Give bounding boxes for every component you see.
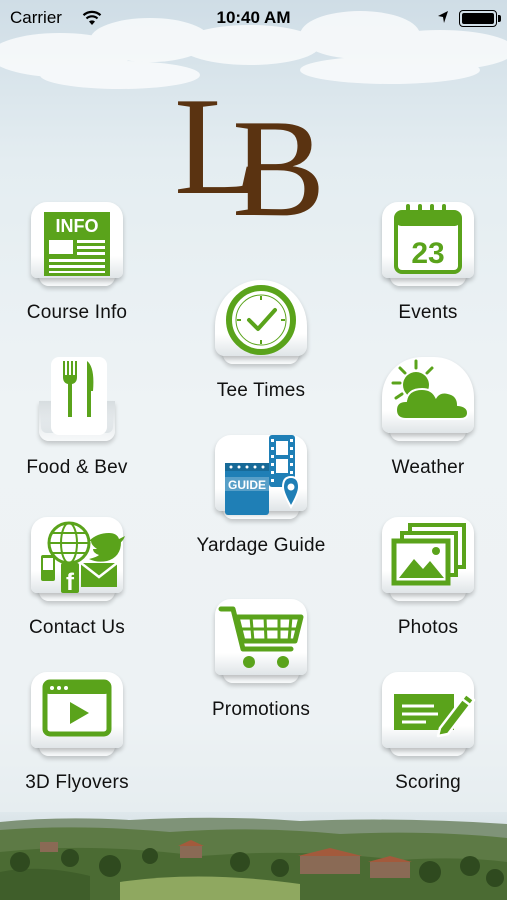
tile-label: Promotions bbox=[211, 699, 311, 720]
clock-time: 10:40 AM bbox=[216, 8, 291, 27]
tile-label: Scoring bbox=[395, 772, 461, 793]
tile-label: Weather bbox=[391, 457, 465, 478]
golf-course-landscape-image bbox=[0, 812, 507, 900]
tile-3d-flyovers[interactable]: 3D Flyovers bbox=[0, 670, 157, 793]
tile-yardage-guide[interactable]: GUIDE Yardage Guide bbox=[181, 433, 341, 556]
tile-label: Contact Us bbox=[29, 617, 125, 638]
tile-promotions[interactable]: Promotions bbox=[181, 597, 341, 720]
tile-weather[interactable]: Weather bbox=[348, 355, 507, 478]
tile-tee-times[interactable]: Tee Times bbox=[181, 278, 341, 401]
scorecard-pencil-icon bbox=[394, 692, 476, 738]
shopping-cart-icon bbox=[218, 606, 304, 668]
tile-label: Course Info bbox=[26, 302, 128, 323]
status-bar: Carrier 10:40 AM bbox=[0, 0, 507, 36]
tile-course-info[interactable]: INFO Course Info bbox=[0, 200, 157, 323]
tile-label: Yardage Guide bbox=[196, 535, 326, 556]
logo-letter-b: B bbox=[232, 91, 325, 225]
fork-knife-icon bbox=[51, 357, 107, 435]
sun-cloud-icon bbox=[391, 359, 470, 420]
facebook-f-glyph: f bbox=[66, 569, 75, 596]
tile-label: 3D Flyovers bbox=[25, 772, 129, 793]
tile-food-bev[interactable]: Food & Bev bbox=[0, 355, 157, 478]
info-newspaper-icon: INFO bbox=[44, 212, 110, 276]
info-icon-text: INFO bbox=[56, 216, 99, 236]
video-player-icon bbox=[42, 679, 112, 737]
calendar-date-text: 23 bbox=[411, 237, 444, 270]
guide-icon-text: GUIDE bbox=[228, 478, 266, 492]
tile-label: Events bbox=[398, 302, 458, 323]
tile-contact-us[interactable]: f Contact Us bbox=[0, 515, 157, 638]
tile-photos[interactable]: Photos bbox=[348, 515, 507, 638]
calendar-icon: 23 bbox=[394, 204, 462, 274]
svg-text:LB: LB bbox=[170, 65, 172, 66]
clock-icon bbox=[226, 285, 296, 355]
tile-label: Food & Bev bbox=[26, 457, 128, 478]
tile-events[interactable]: 23 Events bbox=[348, 200, 507, 323]
tile-scoring[interactable]: Scoring bbox=[348, 670, 507, 793]
battery-full-icon bbox=[459, 10, 501, 27]
guide-map-icon: GUIDE bbox=[225, 435, 301, 515]
tile-label: Tee Times bbox=[216, 380, 306, 401]
photos-icon bbox=[391, 523, 466, 586]
tile-label: Photos bbox=[397, 617, 459, 638]
lb-logo: L B LB bbox=[170, 65, 325, 225]
location-arrow-icon bbox=[438, 11, 448, 23]
contact-social-icon: f bbox=[41, 521, 125, 596]
